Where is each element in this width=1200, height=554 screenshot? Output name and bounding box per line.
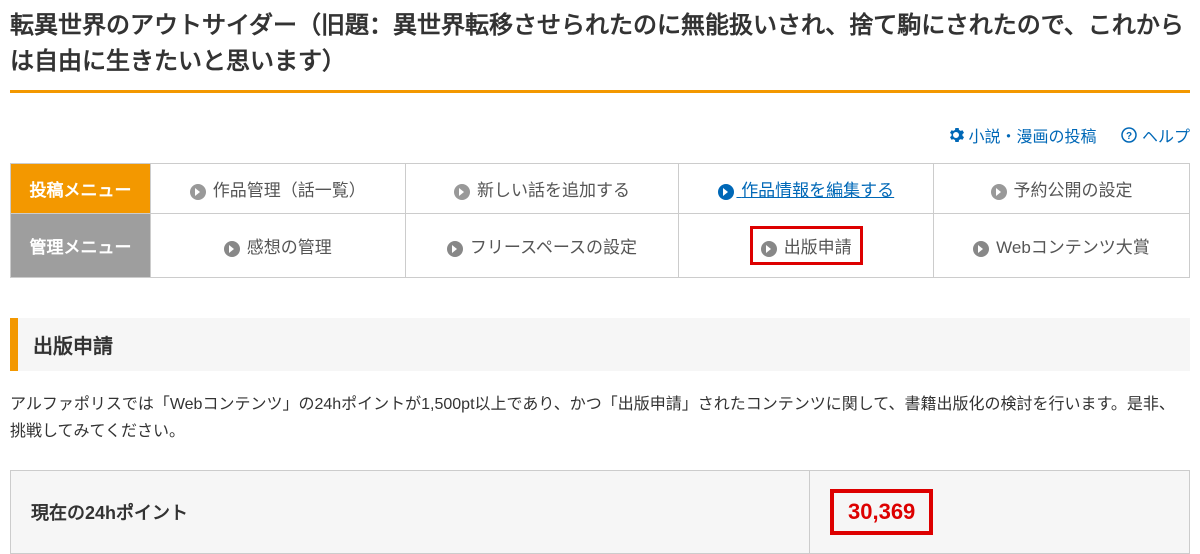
gear-icon [948,127,964,143]
arrow-right-icon [447,241,463,257]
section-header: 出版申請 [10,318,1190,371]
arrow-right-icon [190,184,206,200]
arrow-right-icon [224,241,240,257]
menu-label: 新しい話を追加する [477,181,630,200]
menu-table: 投稿メニュー 作品管理（話一覧） 新しい話を追加する 作品情報を編集する 予約公… [10,163,1190,278]
menu-label: Webコンテンツ大賞 [996,238,1150,257]
section-description: アルファポリスでは「Webコンテンツ」の24hポイントが1,500pt以上であり… [10,391,1190,445]
menu-freespace[interactable]: フリースペースの設定 [405,214,679,278]
help-label: ヘルプ [1142,123,1190,147]
menu-publish-request[interactable]: 出版申請 [679,214,934,278]
menu-label: 作品管理（話一覧） [213,181,366,200]
top-links: 小説・漫画の投稿 ? ヘルプ [10,123,1190,148]
help-link[interactable]: ? ヘルプ [1121,123,1190,147]
menu-label: フリースペースの設定 [470,238,637,257]
post-menu-header: 投稿メニュー [11,164,151,214]
menu-web-contest[interactable]: Webコンテンツ大賞 [934,214,1190,278]
arrow-right-icon [761,241,777,257]
menu-edit-work-info[interactable]: 作品情報を編集する [679,164,934,214]
menu-label: 作品情報を編集する [741,181,894,200]
arrow-right-icon [454,184,470,200]
menu-label: 出版申請 [784,238,852,257]
arrow-right-icon [718,184,734,200]
menu-work-management[interactable]: 作品管理（話一覧） [151,164,406,214]
points-table: 現在の24hポイント 30,369 [10,470,1190,554]
menu-label: 予約公開の設定 [1013,181,1132,200]
arrow-right-icon [973,241,989,257]
svg-text:?: ? [1126,131,1132,142]
menu-reviews[interactable]: 感想の管理 [151,214,406,278]
menu-scheduled-publish[interactable]: 予約公開の設定 [934,164,1190,214]
menu-label: 感想の管理 [247,238,332,257]
points-value-cell: 30,369 [810,471,1190,554]
help-icon: ? [1121,127,1137,143]
manage-menu-header: 管理メニュー [11,214,151,278]
points-label-cell: 現在の24hポイント [11,471,810,554]
points-value: 30,369 [830,489,933,535]
post-novel-link[interactable]: 小説・漫画の投稿 [948,123,1097,147]
post-novel-label: 小説・漫画の投稿 [969,123,1097,147]
menu-add-chapter[interactable]: 新しい話を追加する [405,164,679,214]
arrow-right-icon [991,184,1007,200]
page-title: 転異世界のアウトサイダー（旧題：異世界転移させられたのに無能扱いされ、捨て駒にさ… [10,0,1190,93]
